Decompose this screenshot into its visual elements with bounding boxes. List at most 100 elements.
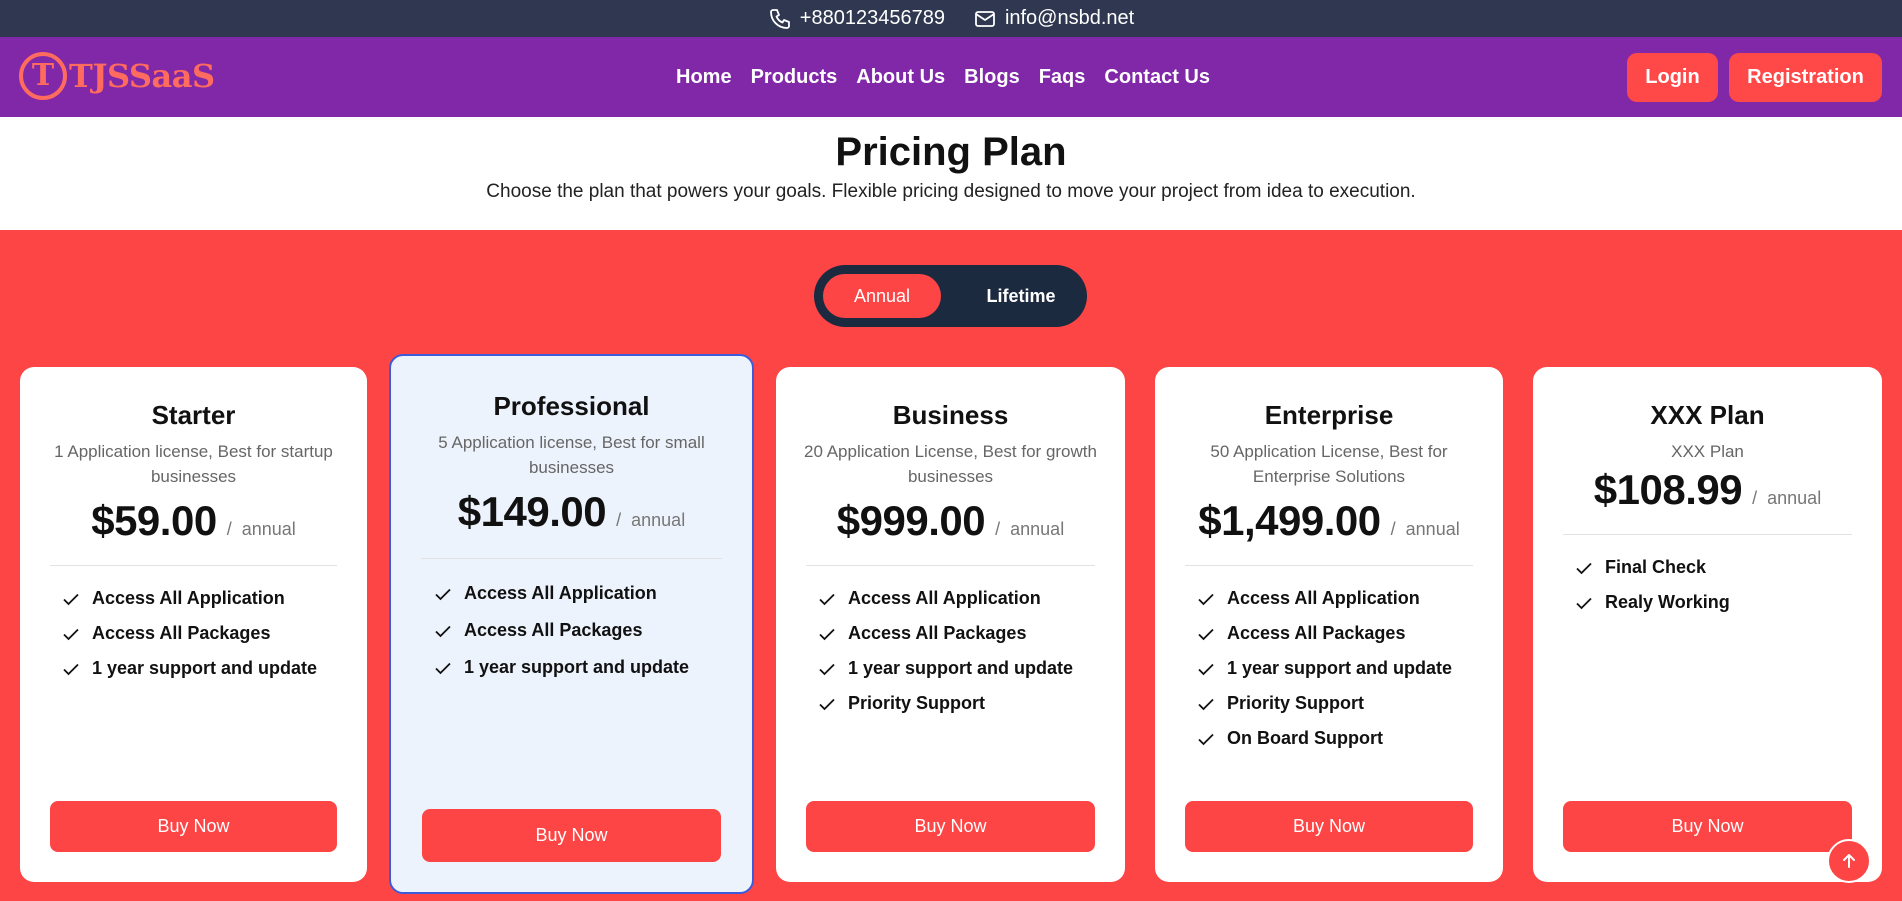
- check-icon: [819, 698, 835, 710]
- login-button[interactable]: Login: [1627, 53, 1718, 102]
- check-icon: [435, 662, 451, 674]
- feature-item: Priority Support: [818, 686, 1125, 721]
- plan-period: annual: [1767, 488, 1822, 508]
- main-navbar: T TJSSaaS Home Products About Us Blogs F…: [0, 37, 1902, 117]
- price-separator: /: [1390, 519, 1396, 539]
- feature-item: Access All Application: [434, 575, 752, 612]
- feature-label: Realy Working: [1605, 592, 1730, 612]
- plan-period: annual: [241, 519, 296, 539]
- feature-label: Final Check: [1605, 557, 1707, 577]
- check-icon: [435, 588, 451, 600]
- feature-label: Access All Application: [92, 588, 285, 608]
- feature-label: 1 year support and update: [848, 658, 1074, 678]
- plan-price: $59.00: [91, 497, 217, 544]
- feature-item: 1 year support and update: [1197, 651, 1503, 686]
- buy-now-button[interactable]: Buy Now: [1563, 801, 1852, 852]
- feature-item: Access All Packages: [434, 612, 752, 649]
- email-address: info@nsbd.net: [1004, 7, 1135, 29]
- plan-description: 5 Application license, Best for small bu…: [438, 433, 705, 477]
- plan-name: Business: [892, 400, 1009, 430]
- plan-description: 50 Application License, Best for Enterpr…: [1210, 442, 1448, 486]
- buy-now-button[interactable]: Buy Now: [422, 809, 721, 862]
- plan-description: XXX Plan: [1671, 442, 1744, 461]
- check-icon: [1576, 562, 1592, 574]
- toggle-lifetime[interactable]: Lifetime: [961, 274, 1081, 318]
- price-separator: /: [226, 519, 232, 539]
- feature-label: Priority Support: [848, 693, 986, 713]
- plan-period: annual: [1405, 519, 1460, 539]
- feature-label: Access All Packages: [464, 620, 643, 640]
- toggle-annual[interactable]: Annual: [823, 274, 941, 318]
- price-separator: /: [995, 519, 1001, 539]
- plan-period: annual: [1010, 519, 1065, 539]
- plan-price-row: $108.99 / annual: [1533, 466, 1882, 514]
- check-icon: [819, 593, 835, 605]
- check-icon: [819, 663, 835, 675]
- plan-card-starter: Starter 1 Application license, Best for …: [20, 367, 367, 882]
- feature-label: Access All Application: [848, 588, 1041, 608]
- check-icon: [63, 628, 79, 640]
- feature-item: Access All Packages: [62, 616, 367, 651]
- billing-toggle: Annual Lifetime: [814, 265, 1087, 327]
- phone-contact[interactable]: +880123456789: [768, 7, 945, 31]
- feature-item: Priority Support: [1197, 686, 1503, 721]
- plan-price: $1,499.00: [1198, 497, 1381, 544]
- feature-list: Final Check Realy Working: [1533, 550, 1882, 620]
- check-icon: [63, 663, 79, 675]
- nav-links: Home Products About Us Blogs Faqs Contac…: [676, 37, 1210, 117]
- plan-card-business: Business 20 Application License, Best fo…: [776, 367, 1125, 882]
- feature-label: Access All Packages: [1227, 623, 1406, 643]
- feature-item: On Board Support: [1197, 721, 1503, 756]
- feature-item: Access All Application: [1197, 581, 1503, 616]
- plan-name: Professional: [493, 391, 650, 421]
- email-contact[interactable]: info@nsbd.net: [973, 7, 1134, 31]
- nav-link-faqs[interactable]: Faqs: [1039, 66, 1086, 89]
- scroll-to-top-button[interactable]: [1827, 839, 1871, 883]
- feature-label: Access All Packages: [848, 623, 1027, 643]
- feature-item: Realy Working: [1575, 585, 1882, 620]
- registration-button[interactable]: Registration: [1729, 53, 1882, 102]
- logo-text: TJSSaaS: [69, 57, 215, 95]
- plan-price-row: $149.00 / annual: [391, 488, 752, 536]
- feature-item: Access All Application: [62, 581, 367, 616]
- plan-price-row: $1,499.00 / annual: [1155, 497, 1503, 545]
- feature-label: Priority Support: [1227, 693, 1365, 713]
- price-separator: /: [616, 510, 622, 530]
- buy-now-button[interactable]: Buy Now: [50, 801, 337, 852]
- plan-card-enterprise: Enterprise 50 Application License, Best …: [1155, 367, 1503, 882]
- nav-link-products[interactable]: Products: [751, 66, 838, 89]
- contact-bar: +880123456789 info@nsbd.net: [0, 0, 1902, 37]
- divider: [421, 558, 722, 559]
- plan-card-professional: Professional 5 Application license, Best…: [389, 354, 754, 894]
- envelope-icon: [975, 10, 995, 27]
- brand-logo[interactable]: T TJSSaaS: [19, 52, 215, 100]
- nav-link-contact-us[interactable]: Contact Us: [1104, 66, 1210, 89]
- check-icon: [1198, 628, 1214, 640]
- plan-period: annual: [631, 510, 686, 530]
- nav-link-about-us[interactable]: About Us: [856, 66, 945, 89]
- plan-name: XXX Plan: [1650, 400, 1765, 430]
- buy-now-button[interactable]: Buy Now: [806, 801, 1095, 852]
- feature-label: Access All Packages: [92, 623, 271, 643]
- divider: [50, 565, 337, 566]
- price-separator: /: [1752, 488, 1758, 508]
- buy-now-button[interactable]: Buy Now: [1185, 801, 1473, 852]
- feature-label: On Board Support: [1227, 728, 1383, 748]
- feature-label: 1 year support and update: [464, 657, 690, 677]
- divider: [806, 565, 1095, 566]
- nav-link-home[interactable]: Home: [676, 66, 732, 89]
- nav-link-blogs[interactable]: Blogs: [964, 66, 1020, 89]
- feature-label: Access All Application: [1227, 588, 1420, 608]
- feature-label: 1 year support and update: [1227, 658, 1453, 678]
- feature-item: Access All Packages: [1197, 616, 1503, 651]
- feature-list: Access All Application Access All Packag…: [776, 581, 1125, 721]
- page-subtitle: Choose the plan that powers your goals. …: [486, 181, 1416, 202]
- pricing-heading: Pricing Plan Choose the plan that powers…: [0, 117, 1902, 230]
- check-icon: [1198, 663, 1214, 675]
- feature-list: Access All Application Access All Packag…: [20, 581, 367, 686]
- feature-list: Access All Application Access All Packag…: [1155, 581, 1503, 756]
- plan-description: 20 Application License, Best for growth …: [804, 442, 1097, 486]
- feature-list: Access All Application Access All Packag…: [391, 575, 752, 686]
- plan-price: $999.00: [836, 497, 986, 544]
- check-icon: [1198, 593, 1214, 605]
